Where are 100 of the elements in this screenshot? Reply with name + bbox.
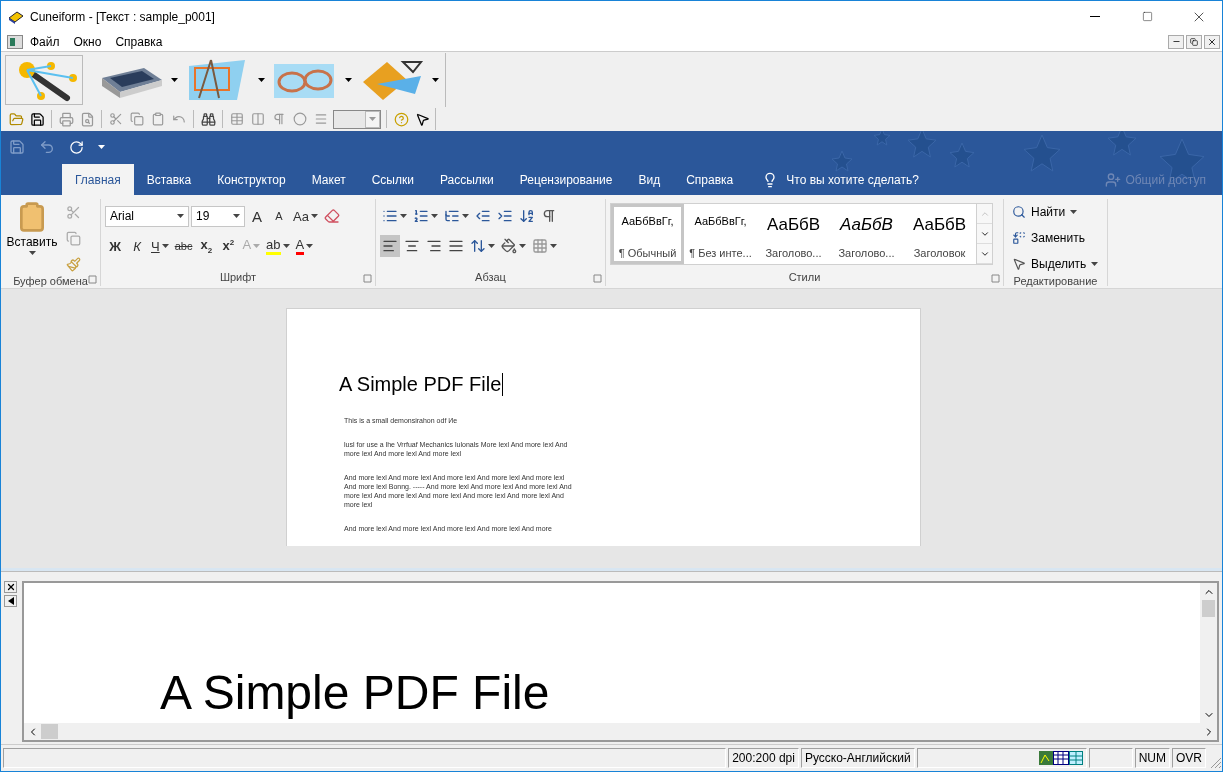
gallery-down-button[interactable]: [977, 224, 992, 244]
vertical-scrollbar[interactable]: [1200, 583, 1217, 723]
ribbon-tab[interactable]: Рассылки: [426, 164, 507, 195]
caret-icon: [161, 244, 169, 248]
close-pane-button[interactable]: [4, 581, 17, 593]
lines-icon: [314, 112, 328, 126]
shrink-font-button[interactable]: A: [269, 205, 289, 227]
caret-icon: [310, 214, 318, 218]
resize-grip[interactable]: [1208, 755, 1222, 769]
caret-icon: [519, 244, 526, 248]
triangle-left-icon: [7, 597, 14, 605]
scissors-icon: [65, 204, 81, 220]
ribbon-tab[interactable]: Макет: [298, 164, 359, 195]
font-style-button[interactable]: x$_{2}$: [196, 235, 217, 257]
paste-button[interactable]: Вставить: [5, 199, 59, 275]
ribbon-tab[interactable]: Конструктор: [204, 164, 299, 195]
dialog-launcher-button[interactable]: [991, 274, 1000, 283]
indent-decrease-icon: [475, 208, 491, 224]
grow-font-button[interactable]: A: [247, 205, 267, 227]
font-size-dropdown[interactable]: 19: [191, 205, 245, 227]
find-button[interactable]: Найти: [1008, 201, 1103, 223]
document-window-icon: [7, 34, 23, 49]
horizontal-scrollbar[interactable]: [24, 723, 1217, 740]
scroll-thumb[interactable]: [41, 724, 58, 739]
ribbon-tab[interactable]: Вид: [625, 164, 674, 195]
font-style-button[interactable]: x$^{2}$: [218, 235, 239, 257]
caret-icon: [431, 214, 438, 218]
ribbon-tab[interactable]: Вставка: [133, 164, 205, 195]
change-case-button[interactable]: Aa: [291, 205, 320, 227]
table-view-icon: [1052, 751, 1069, 765]
find-button[interactable]: [199, 110, 217, 128]
line-spacing-icon: [470, 238, 486, 254]
customize-menu-button[interactable]: [98, 145, 105, 149]
group-label: Редактирование: [1013, 275, 1098, 287]
sort-icon: [519, 208, 535, 224]
eraser-icon: [323, 208, 340, 224]
menu-item[interactable]: Справка: [108, 32, 170, 51]
indent-increase-icon: [497, 208, 513, 224]
copy-icon: [130, 112, 144, 126]
zoom-combo[interactable]: [333, 109, 381, 129]
file-search-icon: [79, 111, 95, 127]
font-name-dropdown[interactable]: Arial: [105, 205, 189, 227]
frame-button[interactable]: [291, 110, 309, 128]
font-style-button[interactable]: К: [127, 235, 147, 257]
columns-view-icon: [1068, 751, 1083, 765]
columns-button[interactable]: [249, 110, 267, 128]
copy-button[interactable]: [128, 110, 146, 128]
dialog-launcher-button[interactable]: [363, 274, 372, 283]
ribbon-tab[interactable]: Ссылки: [358, 164, 427, 195]
dialog-launcher-button[interactable]: [88, 275, 97, 284]
mdi-minimize-button[interactable]: [1168, 34, 1184, 49]
status-text: NUM: [1134, 748, 1170, 768]
font-size: 19: [196, 209, 210, 223]
font-style-button[interactable]: Ч: [149, 235, 171, 257]
scroll-thumb[interactable]: [1202, 600, 1215, 617]
undo-icon: [39, 139, 55, 155]
caret-icon: [253, 244, 261, 248]
highlight-button[interactable]: ab: [264, 235, 292, 257]
dropdown-button[interactable]: [365, 110, 380, 128]
caret-icon: [177, 214, 184, 218]
collapse-button[interactable]: [4, 595, 17, 607]
ribbon-tab[interactable]: Главная: [62, 164, 134, 195]
close-icon: [1207, 36, 1217, 47]
folder-icon: [8, 111, 24, 127]
caret-icon: [233, 214, 240, 218]
menu-item[interactable]: Файл: [23, 32, 67, 51]
menu-item[interactable]: Окно: [66, 32, 109, 51]
gallery-more-button[interactable]: [977, 244, 992, 264]
recognize-button[interactable]: [5, 54, 83, 105]
pointer-icon: [414, 111, 430, 127]
ribbon-tab[interactable]: Рецензирование: [506, 164, 626, 195]
columns-icon: [251, 112, 265, 126]
dialog-launcher-button[interactable]: [593, 274, 602, 283]
printer-icon: [58, 111, 74, 127]
caret-icon: [258, 77, 265, 82]
redo-button[interactable]: [69, 139, 84, 155]
style-item[interactable]: АаБбВвГг, ¶ Обычный: [611, 204, 684, 264]
replace-icon: [1012, 231, 1026, 245]
tell-me-search[interactable]: Что вы хотите сделать?: [758, 164, 923, 195]
save-button[interactable]: [28, 110, 46, 128]
restore-icon: [1190, 37, 1198, 46]
caret-icon: [550, 244, 557, 248]
document-title: A Simple PDF File: [339, 373, 504, 396]
mdi-close-button[interactable]: [1204, 34, 1220, 49]
dialog-launcher-icon: [88, 275, 97, 284]
select-button[interactable]: Выделить: [1008, 253, 1103, 275]
grid-icon: [532, 238, 548, 254]
align-button[interactable]: [380, 235, 400, 257]
undo-button[interactable]: [39, 139, 55, 155]
font-color-button[interactable]: A: [293, 235, 316, 257]
status-text: OVR: [1172, 748, 1206, 768]
replace-button[interactable]: Заменить: [1008, 227, 1103, 249]
align-icon: [382, 238, 398, 254]
font-style-button[interactable]: abc: [172, 235, 195, 257]
print-button[interactable]: [57, 110, 75, 128]
table-button[interactable]: [228, 110, 246, 128]
mdi-restore-button[interactable]: [1186, 34, 1202, 49]
binoculars-icon: [200, 111, 216, 127]
ribbon-tab[interactable]: Справка: [673, 164, 747, 195]
font-style-button[interactable]: Ж: [105, 235, 125, 257]
